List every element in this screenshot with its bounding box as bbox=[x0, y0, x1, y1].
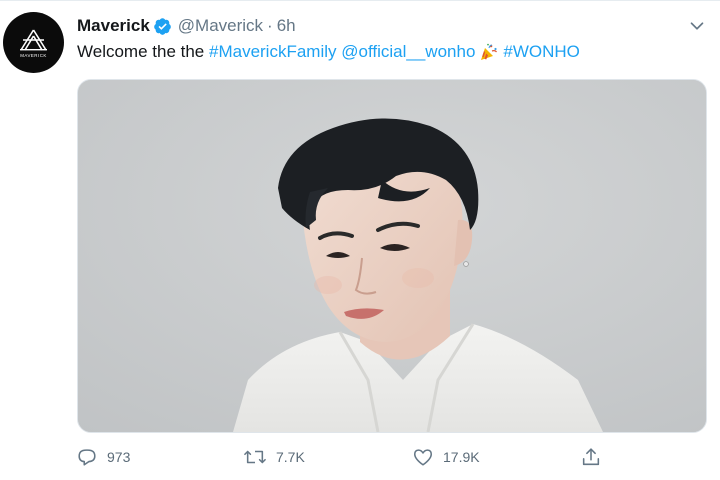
retweet-count: 7.7K bbox=[276, 449, 305, 465]
reply-count: 973 bbox=[107, 449, 131, 465]
tweet-header: Maverick @Maverick · 6h bbox=[77, 14, 296, 38]
top-divider bbox=[0, 0, 720, 1]
maverick-logo: MAVERICK bbox=[20, 29, 47, 58]
handle[interactable]: @Maverick bbox=[178, 16, 263, 36]
tweet-actions: 973 7.7K 17.9K bbox=[0, 436, 720, 480]
avatar[interactable]: MAVERICK bbox=[3, 12, 64, 73]
retweet-button[interactable]: 7.7K bbox=[243, 444, 305, 470]
reply-button[interactable]: 973 bbox=[76, 444, 130, 470]
portrait-photo bbox=[78, 80, 706, 432]
like-icon bbox=[412, 446, 434, 468]
share-button[interactable] bbox=[580, 444, 602, 470]
party-popper-icon bbox=[479, 42, 499, 62]
timestamp[interactable]: 6h bbox=[277, 16, 296, 36]
separator-dot: · bbox=[267, 16, 273, 35]
verified-badge-icon bbox=[153, 17, 172, 36]
like-button[interactable]: 17.9K bbox=[412, 444, 480, 470]
reply-icon bbox=[76, 446, 98, 468]
tweet-text: Welcome the the #MaverickFamily @officia… bbox=[77, 40, 580, 64]
chevron-down-icon[interactable] bbox=[686, 15, 708, 37]
tweet-photo[interactable] bbox=[77, 79, 707, 433]
tweet-text-prefix: Welcome the the bbox=[77, 42, 205, 61]
share-icon bbox=[580, 446, 602, 468]
like-count: 17.9K bbox=[443, 449, 480, 465]
retweet-icon bbox=[243, 446, 267, 468]
logo-text: MAVERICK bbox=[20, 53, 47, 58]
display-name[interactable]: Maverick bbox=[77, 16, 150, 36]
hashtag-maverickfamily[interactable]: #MaverickFamily bbox=[209, 40, 337, 64]
mention-official-wonho[interactable]: @official__wonho bbox=[341, 40, 475, 64]
hashtag-wonho[interactable]: #WONHO bbox=[503, 40, 580, 64]
